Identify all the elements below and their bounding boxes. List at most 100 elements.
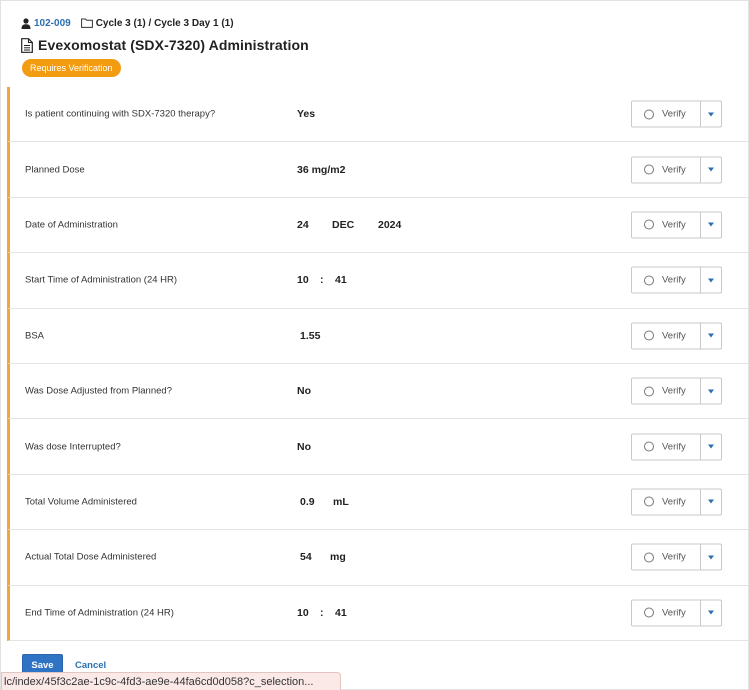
verify-button[interactable]: Verify	[631, 100, 701, 128]
date-year: 2024	[378, 218, 402, 231]
radio-circle-icon	[644, 552, 654, 563]
verify-dropdown-toggle[interactable]	[701, 488, 722, 516]
verify-label: Verify	[662, 219, 686, 231]
field-label: Was dose Interrupted?	[25, 441, 121, 453]
caret-down-icon	[708, 278, 714, 283]
verify-control: Verify	[631, 266, 722, 294]
radio-circle-icon	[644, 607, 654, 618]
value-unit: mg	[330, 551, 346, 564]
form-rows: Is patient continuing with SDX-7320 ther…	[7, 87, 749, 641]
document-icon	[21, 37, 33, 53]
value-number: 0.9	[300, 495, 315, 508]
date-day: 24	[297, 218, 309, 231]
verify-dropdown-toggle[interactable]	[701, 322, 722, 350]
value-number: 54	[300, 551, 312, 564]
date-month: DEC	[332, 218, 355, 231]
cancel-link[interactable]: Cancel	[75, 660, 106, 671]
field-value: No	[297, 441, 311, 453]
form-row-bsa: BSA 1.55 Verify	[7, 308, 749, 364]
field-label: Was Dose Adjusted from Planned?	[25, 385, 172, 397]
caret-down-icon	[708, 222, 714, 227]
verify-button[interactable]: Verify	[631, 599, 701, 627]
verify-dropdown-toggle[interactable]	[701, 156, 722, 184]
subject-id-link[interactable]: 102-009	[34, 18, 71, 29]
visit-path: Cycle 3 (1) / Cycle 3 Day 1 (1)	[95, 17, 234, 29]
crf-form-page: 102-009 Cycle 3 (1) / Cycle 3 Day 1 (1) …	[0, 0, 749, 690]
radio-circle-icon	[644, 275, 654, 286]
field-label: Actual Total Dose Administered	[25, 551, 157, 563]
time-separator: :	[320, 274, 324, 287]
field-value: 1.55	[300, 330, 320, 342]
field-label: End Time of Administration (24 HR)	[25, 607, 174, 619]
value-part: Yes	[297, 108, 316, 121]
status-bar-url: lc/index/45f3c2ae-1c9c-4fd3-ae9e-44fa6cd…	[1, 672, 341, 690]
verify-label: Verify	[662, 164, 686, 176]
verify-label: Verify	[662, 108, 686, 120]
radio-circle-icon	[644, 109, 654, 120]
verify-button[interactable]: Verify	[631, 211, 701, 239]
verify-label: Verify	[662, 441, 686, 453]
verify-control: Verify	[631, 211, 722, 239]
verify-control: Verify	[631, 322, 722, 350]
page-title: Evexomostat (SDX-7320) Administration	[38, 37, 309, 53]
value-unit: mL	[333, 495, 349, 508]
verify-button[interactable]: Verify	[631, 156, 701, 184]
verify-control: Verify	[631, 543, 722, 571]
verify-dropdown-toggle[interactable]	[701, 433, 722, 461]
verify-button[interactable]: Verify	[631, 322, 701, 350]
verify-dropdown-toggle[interactable]	[701, 266, 722, 294]
form-row-end-time: End Time of Administration (24 HR) 10 : …	[7, 585, 749, 641]
verify-button[interactable]: Verify	[631, 488, 701, 516]
caret-down-icon	[708, 555, 714, 560]
field-value: 24 DEC 2024	[297, 219, 401, 231]
verify-button[interactable]: Verify	[631, 433, 701, 461]
page-title-row: Evexomostat (SDX-7320) Administration	[21, 37, 309, 53]
verify-dropdown-toggle[interactable]	[701, 211, 722, 239]
field-label: Date of Administration	[25, 219, 118, 231]
time-hour: 10	[297, 606, 309, 619]
time-separator: :	[320, 606, 324, 619]
verify-control: Verify	[631, 100, 722, 128]
user-icon	[21, 17, 31, 29]
verify-control: Verify	[631, 377, 722, 405]
verify-label: Verify	[662, 385, 686, 397]
verify-control: Verify	[631, 599, 722, 627]
form-row-date-of-administration: Date of Administration 24 DEC 2024 Verif…	[7, 197, 749, 254]
folder-icon	[80, 18, 93, 28]
time-minute: 41	[335, 606, 347, 619]
verify-dropdown-toggle[interactable]	[701, 599, 722, 627]
form-row-dose-interrupted: Was dose Interrupted? No Verify	[7, 419, 749, 475]
verify-label: Verify	[662, 607, 686, 619]
caret-down-icon	[708, 167, 714, 172]
form-row-planned-dose: Planned Dose 36 mg/m2 Verify	[7, 142, 749, 198]
verify-control: Verify	[631, 433, 722, 461]
radio-circle-icon	[644, 330, 654, 341]
time-hour: 10	[297, 274, 309, 287]
field-label: Is patient continuing with SDX-7320 ther…	[25, 108, 216, 120]
form-row-total-volume: Total Volume Administered 0.9 mL Verify	[7, 474, 749, 531]
field-value: 10 : 41	[297, 607, 347, 619]
verify-dropdown-toggle[interactable]	[701, 100, 722, 128]
status-badge: Requires Verification	[22, 59, 121, 77]
verify-button[interactable]: Verify	[631, 377, 701, 405]
form-row-dose-adjusted: Was Dose Adjusted from Planned? No Verif…	[7, 363, 749, 420]
verify-dropdown-toggle[interactable]	[701, 377, 722, 405]
field-value: Yes	[297, 108, 315, 120]
verify-control: Verify	[631, 488, 722, 516]
caret-down-icon	[708, 444, 714, 449]
field-label: Start Time of Administration (24 HR)	[25, 274, 178, 286]
verify-label: Verify	[662, 274, 686, 286]
field-label: BSA	[25, 330, 45, 342]
radio-circle-icon	[644, 164, 654, 175]
value-part: No	[297, 385, 311, 398]
verify-dropdown-toggle[interactable]	[701, 543, 722, 571]
caret-down-icon	[708, 610, 714, 615]
verify-button[interactable]: Verify	[631, 266, 701, 294]
caret-down-icon	[708, 389, 714, 394]
field-label: Planned Dose	[25, 164, 85, 176]
field-value: 54 mg	[300, 551, 346, 563]
verify-label: Verify	[662, 496, 686, 508]
verify-button[interactable]: Verify	[631, 543, 701, 571]
radio-circle-icon	[644, 496, 654, 507]
radio-circle-icon	[644, 219, 654, 230]
